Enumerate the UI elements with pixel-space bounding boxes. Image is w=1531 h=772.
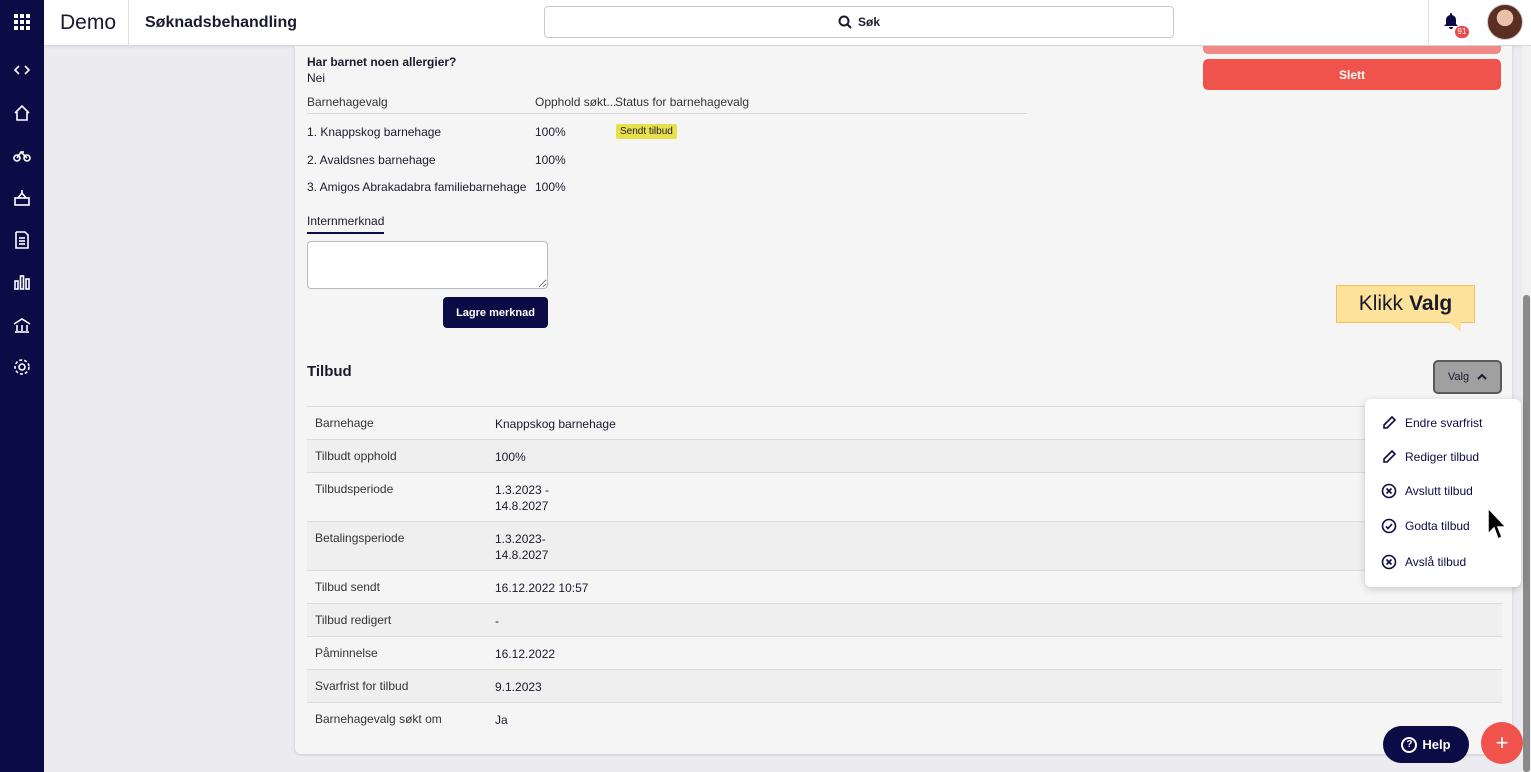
table-row: Betalingsperiode 1.3.2023- 14.8.2027 — [307, 521, 1502, 570]
save-note-button[interactable]: Lagre merknad — [443, 297, 548, 328]
menu-item-label: Avslå tilbud — [1405, 555, 1467, 569]
divider — [1428, 0, 1429, 46]
table-row: Tilbud sendt 16.12.2022 10:57 — [307, 570, 1502, 603]
table-row: Barnehagevalg søkt om Ja — [307, 702, 1502, 735]
choice-stay: 100% — [535, 125, 566, 139]
circle-check-icon — [1381, 518, 1397, 534]
code-icon[interactable] — [10, 58, 34, 82]
detail-key: Tilbud redigert — [315, 613, 392, 627]
pencil-icon — [1383, 415, 1397, 429]
mouse-cursor-icon — [1487, 506, 1508, 541]
bicycle-icon[interactable] — [10, 143, 34, 167]
institution-icon[interactable] — [10, 313, 34, 337]
choice-name: 3. Amigos Abrakadabra familiebarnehage — [307, 180, 527, 194]
brand-name[interactable]: Demo — [60, 11, 116, 35]
add-fab-button[interactable]: + — [1481, 722, 1523, 764]
pencil-icon — [1383, 449, 1397, 463]
valg-label: Valg — [1447, 371, 1470, 383]
apps-grid-icon[interactable] — [10, 10, 34, 34]
detail-value: 16.12.2022 — [495, 647, 556, 661]
table-row: Svarfrist for tilbud 9.1.2023 — [307, 669, 1502, 702]
table-row: Tilbudt opphold 100% — [307, 439, 1502, 472]
notification-count-badge: 91 — [1455, 26, 1469, 38]
menu-item-edit-offer[interactable]: Rediger tilbud — [1381, 449, 1479, 465]
detail-value: 1.3.2023- 14.8.2027 — [495, 532, 549, 562]
divider — [128, 0, 129, 46]
header-divider — [307, 113, 1027, 114]
search-icon — [838, 15, 852, 29]
detail-key: Tilbudsperiode — [315, 482, 394, 496]
column-header[interactable]: Opphold søkt... — [535, 95, 616, 109]
help-button[interactable]: ? Help — [1383, 726, 1469, 763]
detail-value: 1.3.2023 - 14.8.2027 — [495, 483, 550, 513]
status-badge: Sendt tilbud — [616, 124, 677, 139]
detail-key: Barnehage — [315, 416, 374, 430]
detail-key: Betalingsperiode — [315, 531, 405, 545]
detail-value: Ja — [495, 713, 508, 727]
detail-value: 16.12.2022 10:57 — [495, 581, 589, 595]
chart-icon[interactable] — [10, 270, 34, 294]
question-icon: ? — [1401, 736, 1418, 753]
column-header[interactable]: Barnehagevalg — [307, 95, 388, 109]
detail-key: Barnehagevalg søkt om — [315, 712, 442, 726]
scrollbar-thumb[interactable] — [1523, 295, 1530, 772]
table-row: Tilbud redigert - — [307, 603, 1502, 636]
menu-item-label: Avslutt tilbud — [1405, 484, 1473, 498]
internal-note-input[interactable] — [307, 241, 548, 289]
detail-key: Tilbudt opphold — [315, 449, 397, 463]
menu-item-decline-offer[interactable]: Avslå tilbud — [1381, 554, 1466, 570]
home-icon[interactable] — [10, 101, 34, 125]
detail-key: Svarfrist for tilbud — [315, 679, 409, 693]
document-icon[interactable] — [10, 228, 34, 252]
tooltip-text: Klikk — [1358, 292, 1404, 315]
avatar[interactable] — [1487, 4, 1523, 40]
offer-heading: Tilbud — [307, 363, 352, 380]
circle-x-icon — [1381, 554, 1397, 570]
help-label: Help — [1422, 737, 1451, 752]
table-row: Barnehage Knappskog barnehage — [307, 406, 1502, 439]
valg-menu: Endre svarfrist Rediger tilbud Avslutt t… — [1365, 399, 1521, 587]
choice-name: 1. Knappskog barnehage — [307, 125, 442, 139]
menu-item-change-deadline[interactable]: Endre svarfrist — [1381, 415, 1482, 431]
allergy-question: Har barnet noen allergier? — [307, 55, 457, 69]
menu-item-end-offer[interactable]: Avslutt tilbud — [1381, 483, 1473, 499]
action-button-partial[interactable] — [1203, 46, 1501, 54]
detail-key: Tilbud sendt — [315, 580, 380, 594]
left-nav-rail — [0, 0, 44, 772]
menu-item-accept-offer[interactable]: Godta tilbud — [1381, 518, 1470, 534]
tooltip-emphasis: Valg — [1409, 292, 1453, 315]
circle-x-icon — [1381, 483, 1397, 499]
detail-value: 9.1.2023 — [495, 680, 542, 694]
choice-name: 2. Avaldsnes barnehage — [307, 153, 436, 167]
settings-icon[interactable] — [10, 355, 34, 379]
menu-item-label: Rediger tilbud — [1405, 450, 1480, 464]
column-header[interactable]: Status for barnehagevalg — [615, 95, 749, 109]
menu-item-label: Endre svarfrist — [1405, 416, 1483, 430]
allergy-answer: Nei — [307, 71, 326, 85]
table-row: Påminnelse 16.12.2022 — [307, 636, 1502, 669]
tab-internal-note[interactable]: Internmerknad — [307, 214, 385, 234]
choice-stay: 100% — [535, 153, 566, 167]
search-box[interactable]: Søk — [544, 6, 1174, 38]
detail-value: - — [495, 614, 499, 628]
detail-key: Påminnelse — [315, 646, 378, 660]
detail-value: Knappskog barnehage — [495, 417, 616, 431]
valg-dropdown-button[interactable]: Valg — [1433, 360, 1502, 394]
detail-value: 100% — [495, 450, 526, 464]
page-title: Søknadsbehandling — [145, 14, 298, 31]
chevron-up-icon — [1477, 373, 1487, 380]
building-icon[interactable] — [10, 186, 34, 210]
delete-button[interactable]: Slett — [1203, 59, 1501, 90]
menu-item-label: Godta tilbud — [1405, 519, 1470, 533]
choice-stay: 100% — [535, 180, 566, 194]
tooltip-tail — [1449, 322, 1461, 332]
search-label: Søk — [857, 15, 880, 29]
top-bar: Demo Søknadsbehandling Søk 91 — [44, 0, 1531, 46]
table-row: Tilbudsperiode 1.3.2023 - 14.8.2027 — [307, 472, 1502, 521]
guide-tooltip: Klikk Valg — [1336, 285, 1475, 332]
